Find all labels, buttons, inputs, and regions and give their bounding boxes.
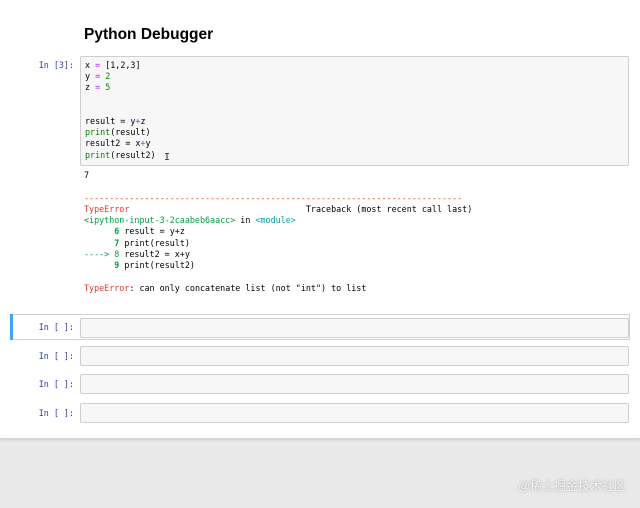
notebook-heading: Python Debugger [84,26,214,43]
cell-prompt: In [ ]: [38,379,74,389]
code-lines: x = [1,2,3] y = 2 z = 5 result = y+z pri… [85,60,156,160]
watermark: @稀土掘金技术社区 [517,479,626,493]
code-cell-editor[interactable]: x = [1,2,3] y = 2 z = 5 result = y+z pri… [80,56,629,166]
code-cell-input[interactable] [80,403,629,423]
cell-output: 7 --------------------------------------… [84,170,473,293]
cell-prompt: In [ ]: [38,351,74,361]
text-cursor-icon: I [164,152,171,163]
code-cell-input[interactable] [80,374,629,394]
code-cell-input[interactable] [80,318,629,338]
code-cell-input[interactable] [80,346,629,366]
cell-prompt: In [ ]: [38,322,74,332]
notebook-page: Python Debugger In [3]: x = [1,2,3] y = … [0,0,640,439]
cell-prompt: In [3]: [38,60,74,70]
cell-prompt: In [ ]: [38,408,74,418]
